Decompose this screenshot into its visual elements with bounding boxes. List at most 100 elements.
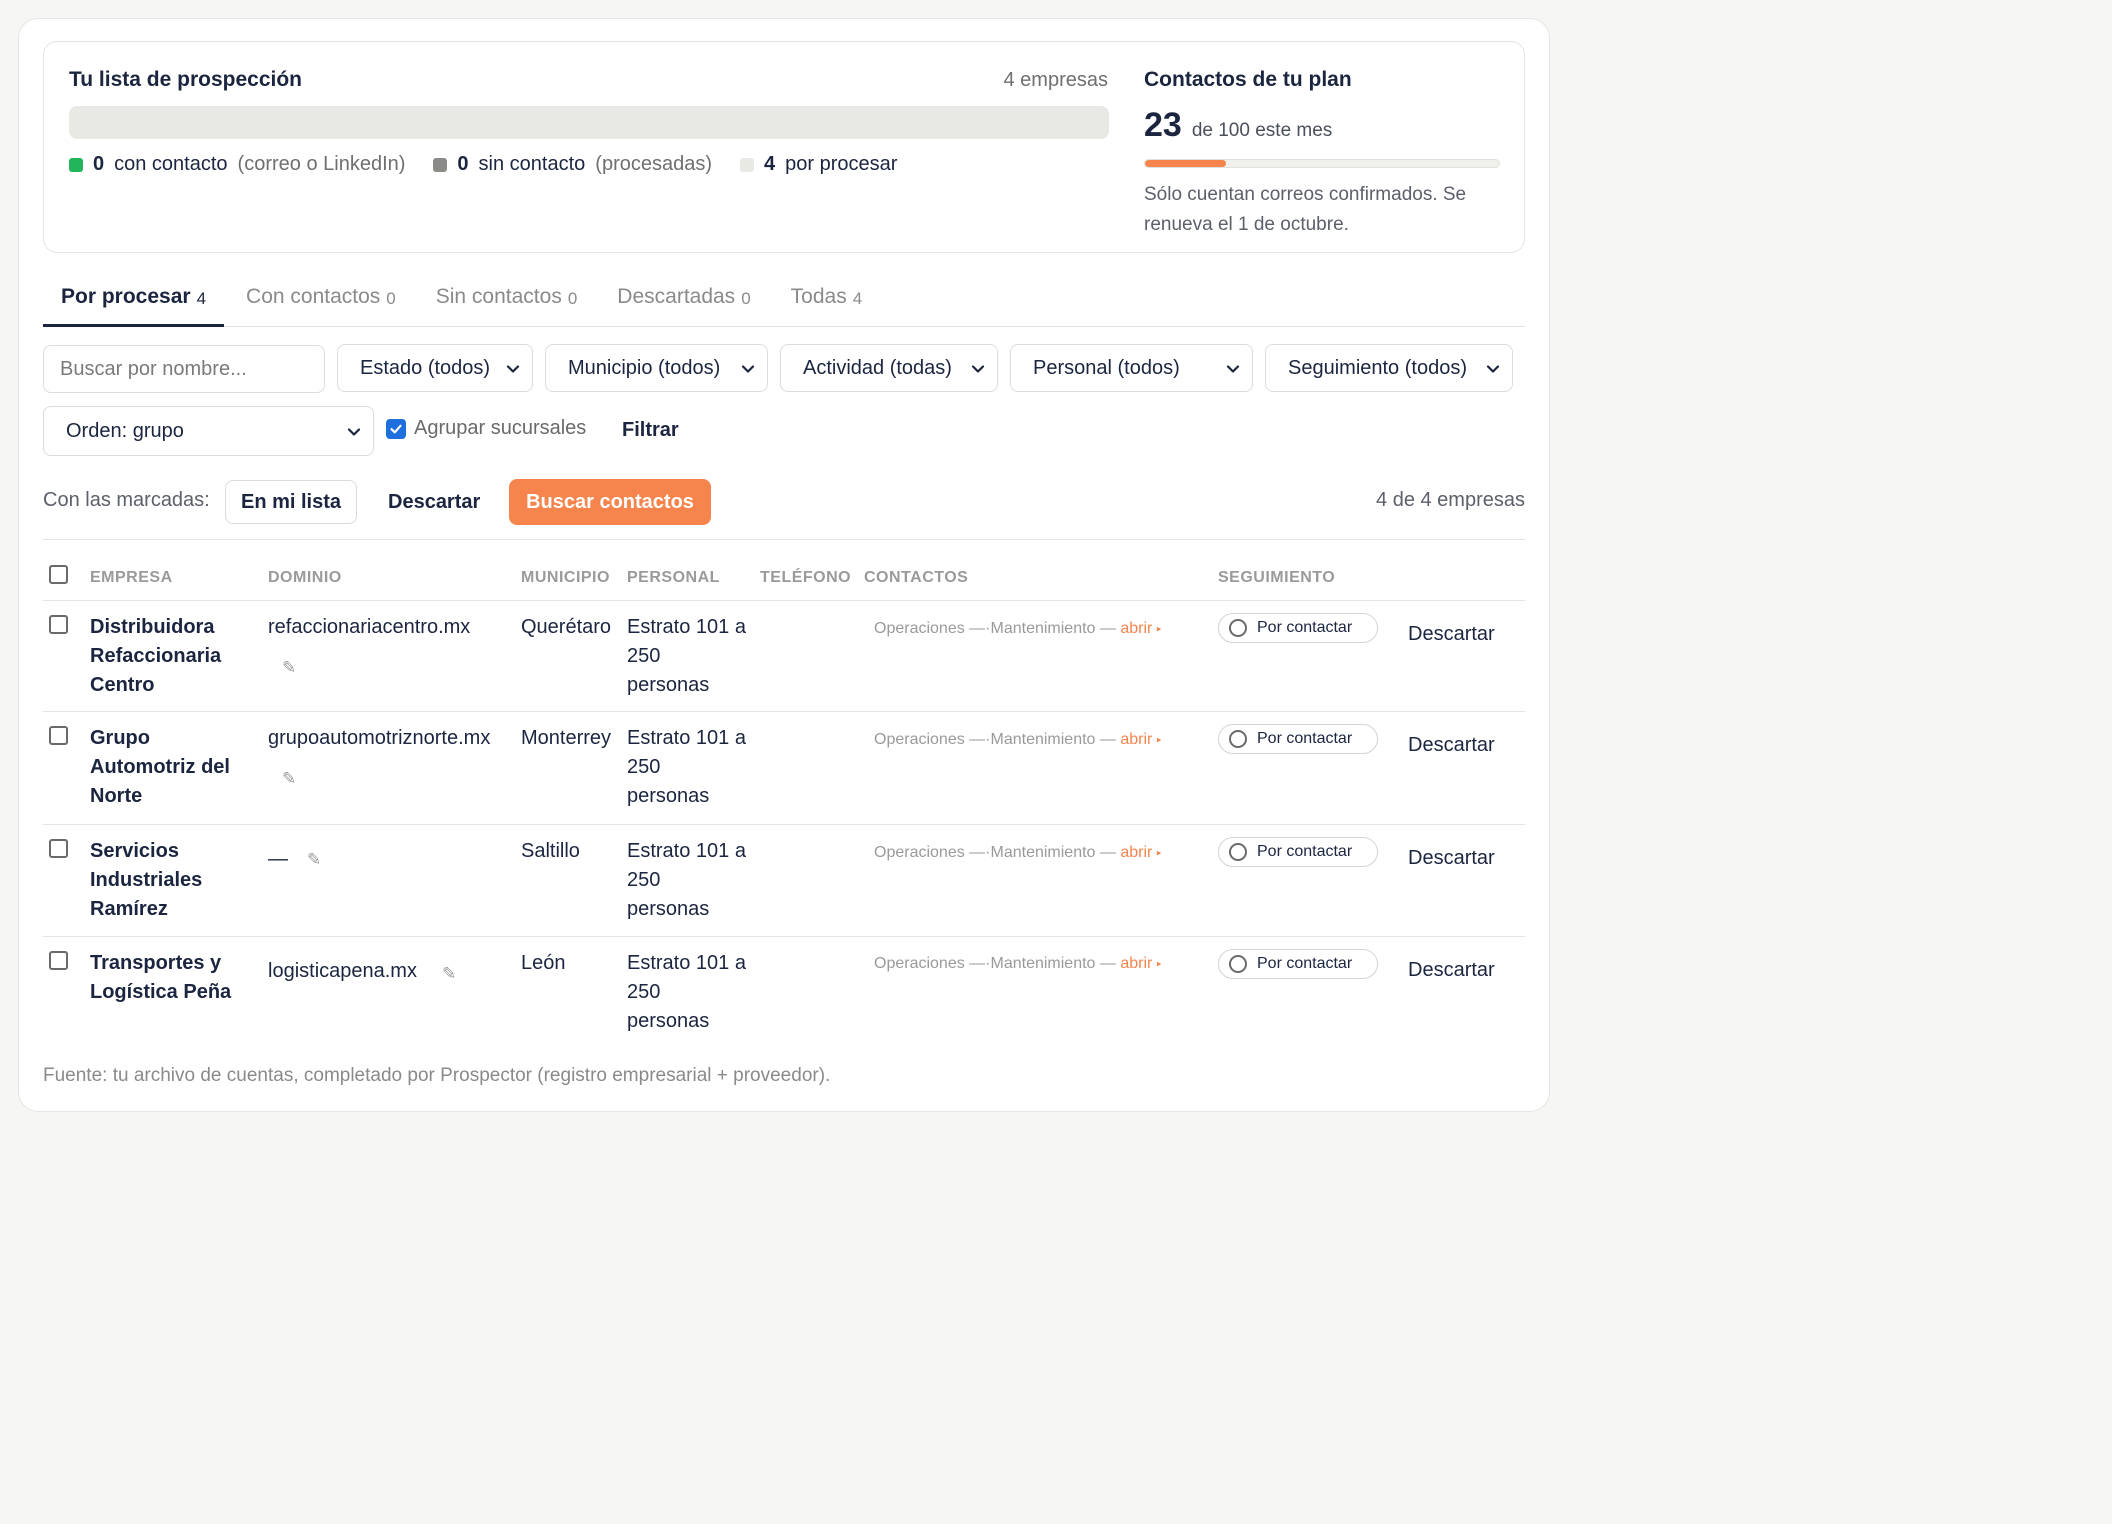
orden-select[interactable]: Orden: grupo	[43, 406, 374, 456]
tab-count: 4	[196, 289, 207, 308]
status-label: Por contactar	[1257, 619, 1353, 636]
company-name[interactable]: Transportes y Logística Peña	[90, 949, 240, 1007]
source-note: Fuente: tu archivo de cuentas, completad…	[43, 1065, 831, 1086]
buscar-contactos-button[interactable]: Buscar contactos	[509, 479, 711, 525]
descartar-marcadas-button[interactable]: Descartar	[388, 491, 480, 514]
tab-label: Todas	[790, 285, 847, 308]
municipio-text: Saltillo	[521, 840, 580, 862]
tab-descartadas[interactable]: Descartadas 0	[599, 281, 768, 327]
tab-sin-contactos[interactable]: Sin contactos 0	[418, 281, 596, 327]
contact-role: Operaciones —	[874, 731, 986, 748]
en-mi-lista-button[interactable]: En mi lista	[225, 480, 357, 524]
main-card: Tu lista de prospección 4 empresas 0 con…	[18, 18, 1550, 1112]
plan-title: Contactos de tu plan	[1144, 68, 1352, 91]
status-pill[interactable]: Por contactar	[1218, 837, 1378, 867]
contact-role: Mantenimiento —	[990, 620, 1116, 637]
header-dominio[interactable]: DOMINIO	[268, 569, 342, 587]
contact-role: Mantenimiento —	[990, 731, 1116, 748]
row-divider	[43, 936, 1525, 937]
caret-right-icon: ▸	[1156, 623, 1162, 634]
company-name[interactable]: Grupo Automotriz del Norte	[90, 724, 250, 811]
legend-num: 0	[93, 153, 105, 175]
status-tabs: Por procesar 4 Con contactos 0 Sin conta…	[43, 281, 1525, 327]
estado-select[interactable]: Estado (todos)	[337, 344, 533, 392]
row-descartar-button[interactable]: Descartar	[1408, 623, 1495, 646]
pencil-icon[interactable]: ✎	[307, 845, 321, 874]
status-label: Por contactar	[1257, 843, 1353, 860]
contact-role: Mantenimiento —	[990, 955, 1116, 972]
company-name[interactable]: Distribuidora Refaccionaria Centro	[90, 613, 250, 700]
contact-role: Mantenimiento —	[990, 844, 1116, 861]
row-divider	[43, 824, 1525, 825]
tab-label: Sin contactos	[435, 285, 562, 308]
contacts-summary: Operaciones —·Mantenimiento — abrir ▸	[874, 620, 1161, 638]
abrir-link[interactable]: abrir	[1120, 955, 1152, 972]
agrupar-sucursales-toggle[interactable]: Agrupar sucursales	[386, 417, 586, 440]
actividad-select[interactable]: Actividad (todas)	[780, 344, 998, 392]
pencil-icon[interactable]: ✎	[442, 959, 456, 988]
row-divider	[43, 711, 1525, 712]
caret-right-icon: ▸	[1156, 958, 1162, 969]
empty-circle-icon	[1229, 955, 1247, 973]
row-checkbox[interactable]	[49, 615, 68, 634]
personal-text: Estrato 101 a 250 personas	[627, 727, 746, 807]
plan-note: Sólo cuentan correos confirmados. Se ren…	[1144, 184, 1467, 235]
header-telefono[interactable]: TELÉFONO	[760, 569, 851, 587]
abrir-link[interactable]: abrir	[1120, 844, 1152, 861]
search-input[interactable]: Buscar por nombre...	[43, 345, 325, 393]
row-checkbox[interactable]	[49, 839, 68, 858]
personal-select[interactable]: Personal (todos)	[1010, 344, 1253, 392]
header-seguimiento[interactable]: SEGUIMIENTO	[1218, 569, 1335, 587]
tab-todas[interactable]: Todas 4	[773, 281, 881, 327]
company-name[interactable]: Servicios Industriales Ramírez	[90, 837, 250, 924]
abrir-link[interactable]: abrir	[1120, 731, 1152, 748]
result-count: 4 de 4 empresas	[1376, 489, 1525, 511]
tab-count: 4	[852, 289, 863, 308]
header-empresa[interactable]: EMPRESA	[90, 569, 173, 587]
domain-text: grupoautomotriznorte.mx	[268, 727, 491, 749]
legend-label: con contacto	[114, 153, 228, 175]
pencil-icon[interactable]: ✎	[282, 653, 296, 682]
legend-dot-gray	[433, 157, 448, 172]
seguimiento-select[interactable]: Seguimiento (todos)	[1265, 344, 1513, 392]
header-municipio[interactable]: MUNICIPIO	[521, 569, 610, 587]
select-value: Personal (todos)	[1033, 356, 1180, 379]
filtrar-button[interactable]: Filtrar	[622, 419, 679, 442]
tab-label: Por procesar	[61, 285, 191, 308]
agrupar-checkbox[interactable]	[386, 418, 406, 439]
tab-label: Con contactos	[246, 285, 381, 308]
contacts-summary: Operaciones —·Mantenimiento — abrir ▸	[874, 731, 1161, 749]
chevron-down-icon	[1226, 365, 1240, 373]
row-checkbox[interactable]	[49, 951, 68, 970]
row-descartar-button[interactable]: Descartar	[1408, 734, 1495, 757]
contacts-summary: Operaciones —·Mantenimiento — abrir ▸	[874, 844, 1161, 862]
contacts-summary: Operaciones —·Mantenimiento — abrir ▸	[874, 955, 1161, 973]
tab-por-procesar[interactable]: Por procesar 4	[43, 281, 225, 327]
status-pill[interactable]: Por contactar	[1218, 949, 1378, 979]
municipio-select[interactable]: Municipio (todos)	[545, 344, 768, 392]
header-personal[interactable]: PERSONAL	[627, 569, 720, 587]
row-descartar-button[interactable]: Descartar	[1408, 959, 1495, 982]
municipio-text: León	[521, 952, 566, 974]
header-contactos[interactable]: CONTACTOS	[864, 569, 968, 587]
select-value: Seguimiento (todos)	[1288, 356, 1467, 379]
personal-text: Estrato 101 a 250 personas	[627, 952, 746, 1032]
personal-text: Estrato 101 a 250 personas	[627, 840, 746, 920]
row-descartar-button[interactable]: Descartar	[1408, 847, 1495, 870]
divider	[43, 539, 1525, 540]
select-all-checkbox[interactable]	[49, 565, 68, 584]
legend-label: sin contacto	[478, 153, 586, 175]
progress-legend: 0 con contacto (correo o LinkedIn) 0 sin…	[69, 153, 935, 176]
select-value: Municipio (todos)	[568, 356, 721, 379]
tab-con-contactos[interactable]: Con contactos 0	[228, 281, 414, 327]
legend-dot-green	[69, 157, 83, 172]
status-pill[interactable]: Por contactar	[1218, 613, 1378, 643]
status-pill[interactable]: Por contactar	[1218, 724, 1378, 754]
row-checkbox[interactable]	[49, 726, 68, 745]
plan-usage-line: 23 de 100 este mes	[1144, 106, 1504, 145]
pencil-icon[interactable]: ✎	[282, 764, 296, 793]
abrir-link[interactable]: abrir	[1120, 620, 1152, 637]
plan-usage: Contactos de tu plan 23 de 100 este mes …	[1144, 68, 1504, 240]
tab-count: 0	[741, 289, 751, 308]
domain-text: —	[268, 848, 288, 870]
